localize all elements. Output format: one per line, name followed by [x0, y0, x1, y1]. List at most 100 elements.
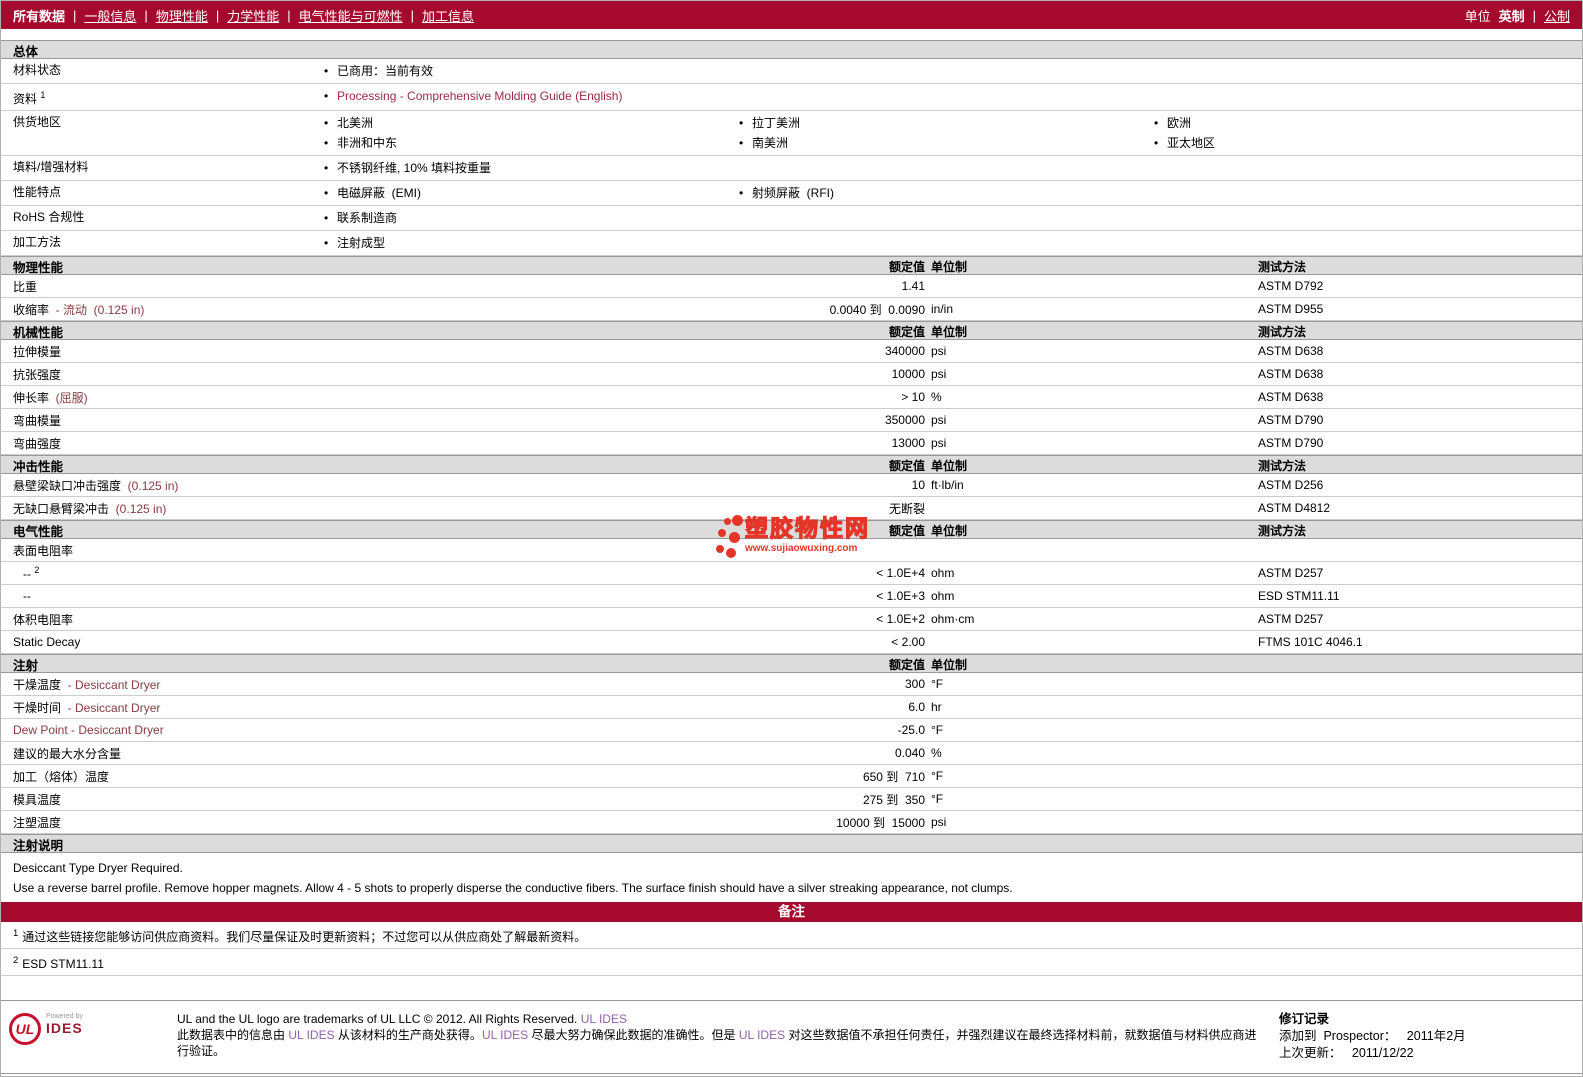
- tab-all-data[interactable]: 所有数据: [13, 6, 65, 25]
- table-row: 资料 1 Processing - Comprehensive Molding …: [1, 84, 1582, 111]
- property-value: 650 到 710: [862, 769, 925, 784]
- property-unit: ohm·cm: [931, 612, 975, 626]
- ul-ides-link[interactable]: UL IDES: [288, 1028, 334, 1042]
- property-label: Static Decay: [13, 635, 81, 649]
- property-unit: %: [931, 390, 942, 404]
- table-row: 体积电阻率 < 1.0E+2 ohm·cm ASTM D257: [1, 608, 1582, 631]
- property-value: 0.040: [894, 746, 925, 760]
- property-value: 350000: [884, 413, 925, 427]
- test-method: ASTM D790: [1258, 436, 1324, 450]
- value-column: Processing - Comprehensive Molding Guide…: [314, 86, 729, 108]
- molding-guide-link[interactable]: Processing - Comprehensive Molding Guide…: [337, 89, 622, 103]
- table-row: 加工方法 注射成型: [1, 231, 1582, 256]
- table-row: 干燥温度 - Desiccant Dryer 300 °F: [1, 673, 1582, 696]
- section-header-injection-notes: 注射说明: [1, 834, 1582, 853]
- table-row: 收缩率 - 流动 (0.125 in) 0.0040 到 0.0090 in/i…: [1, 298, 1582, 321]
- value-column: 已商用：当前有效: [314, 61, 729, 81]
- ides-logo-text: IDES: [46, 1020, 83, 1036]
- datasheet-page: 所有数据 | 一般信息 | 物理性能 | 力学性能 | 电气性能与可燃性 | 加…: [0, 0, 1583, 1077]
- property-unit: hr: [931, 700, 942, 714]
- footnote-2: 2 ESD STM11.11: [1, 949, 1582, 976]
- tab-physical[interactable]: 物理性能: [156, 6, 208, 25]
- property-unit: ohm: [931, 589, 955, 603]
- revision-title: 修订记录: [1279, 1012, 1330, 1026]
- property-label: --: [23, 589, 31, 603]
- test-method: ASTM D256: [1258, 478, 1324, 492]
- legal-disclaimer: UL and the UL logo are trademarks of UL …: [177, 1012, 1257, 1058]
- nav-separator: |: [410, 7, 415, 23]
- value-column: 射频屏蔽 (RFI): [729, 183, 1144, 203]
- table-row: 悬壁梁缺口冲击强度 (0.125 in) 10 ft·lb/in ASTM D2…: [1, 474, 1582, 497]
- table-row: Dew Point - Desiccant Dryer -25.0 °F: [1, 719, 1582, 742]
- revision-record: 修订记录 添加到 Prospector： 2011年2月 上次更新： 2011/…: [1279, 1011, 1574, 1062]
- nav-separator: |: [1532, 7, 1536, 23]
- test-method: ASTM D792: [1258, 279, 1324, 293]
- note-line: Use a reverse barrel profile. Remove hop…: [13, 881, 1013, 895]
- tab-processing-info[interactable]: 加工信息: [422, 6, 474, 25]
- table-row: RoHS 合规性 联系制造商: [1, 206, 1582, 231]
- powered-by-label: Powered by: [46, 1013, 83, 1020]
- table-row: 伸长率 (屈服) > 10 % ASTM D638: [1, 386, 1582, 409]
- unit-metric-link[interactable]: 公制: [1544, 6, 1570, 25]
- property-value: 13000: [891, 436, 925, 450]
- property-label: 无缺口悬臂梁冲击 (0.125 in): [13, 501, 167, 516]
- property-value: 275 到 350: [862, 792, 925, 807]
- table-row: 加工（熔体）温度 650 到 710 °F: [1, 765, 1582, 788]
- ul-ides-link[interactable]: UL IDES: [482, 1028, 528, 1042]
- ul-ides-link[interactable]: UL IDES: [739, 1028, 785, 1042]
- footer: UL Powered by IDES UL and the UL logo ar…: [1, 1000, 1582, 1074]
- property-value: < 1.0E+4: [876, 566, 925, 580]
- property-unit: ohm: [931, 566, 955, 580]
- property-label: 拉伸模量: [13, 344, 62, 359]
- tab-mechanical[interactable]: 力学性能: [227, 6, 279, 25]
- test-method: ASTM D638: [1258, 367, 1324, 381]
- property-label: 伸长率 (屈服): [13, 390, 88, 405]
- property-value: 10: [911, 478, 925, 492]
- property-label: 性能特点: [13, 185, 62, 199]
- section-header-electrical: 电气性能 额定值 单位制 测试方法: [1, 520, 1582, 539]
- table-row: 弯曲强度 13000 psi ASTM D790: [1, 432, 1582, 455]
- table-row: 注塑温度 10000 到 15000 psi: [1, 811, 1582, 834]
- section-title: 总体: [13, 45, 39, 59]
- section-header-injection: 注射 额定值 单位制: [1, 654, 1582, 673]
- property-label: 干燥时间 - Desiccant Dryer: [13, 700, 161, 715]
- table-row: 干燥时间 - Desiccant Dryer 6.0 hr: [1, 696, 1582, 719]
- property-label: 弯曲强度: [13, 436, 62, 451]
- property-label: 填料/增强材料: [13, 160, 89, 174]
- property-label: 供货地区: [13, 115, 62, 129]
- property-value: < 1.0E+3: [876, 589, 925, 603]
- section-header-mechanical: 机械性能 额定值 单位制 测试方法: [1, 321, 1582, 340]
- table-row: 性能特点 电磁屏蔽 (EMI) 射频屏蔽 (RFI): [1, 181, 1582, 206]
- property-unit: °F: [931, 769, 944, 783]
- notes-band: 备注: [1, 902, 1582, 922]
- nav-separator: |: [287, 7, 291, 23]
- property-label: 材料状态: [13, 63, 62, 77]
- property-value: -25.0: [897, 723, 925, 737]
- note-line: Desiccant Type Dryer Required.: [13, 861, 183, 875]
- section-header-physical: 物理性能 额定值 单位制 测试方法: [1, 256, 1582, 275]
- property-unit: °F: [931, 792, 944, 806]
- ul-ides-link[interactable]: UL IDES: [581, 1012, 627, 1026]
- property-unit: ft·lb/in: [931, 478, 964, 492]
- nav-separator: |: [73, 7, 77, 23]
- tab-general-info[interactable]: 一般信息: [84, 6, 136, 25]
- test-method: ASTM D257: [1258, 612, 1324, 626]
- test-method: ASTM D638: [1258, 390, 1324, 404]
- property-unit: °F: [931, 723, 944, 737]
- property-value: > 10: [901, 390, 925, 404]
- table-row: Static Decay < 2.00 FTMS 101C 4046.1: [1, 631, 1582, 654]
- test-method: ASTM D790: [1258, 413, 1324, 427]
- property-value: 无断裂: [888, 501, 925, 516]
- property-value: 6.0: [908, 700, 925, 714]
- table-row: 拉伸模量 340000 psi ASTM D638: [1, 340, 1582, 363]
- value-column: 联系制造商: [314, 208, 729, 228]
- property-unit: psi: [931, 344, 947, 358]
- tab-electrical-flammability[interactable]: 电气性能与可燃性: [299, 6, 403, 25]
- test-method: FTMS 101C 4046.1: [1258, 635, 1363, 649]
- table-row: 模具温度 275 到 350 °F: [1, 788, 1582, 811]
- property-unit: °F: [931, 677, 944, 691]
- test-method: ASTM D955: [1258, 302, 1324, 316]
- table-row: 弯曲模量 350000 psi ASTM D790: [1, 409, 1582, 432]
- table-row: 材料状态 已商用：当前有效: [1, 59, 1582, 84]
- nav-separator: |: [144, 7, 148, 23]
